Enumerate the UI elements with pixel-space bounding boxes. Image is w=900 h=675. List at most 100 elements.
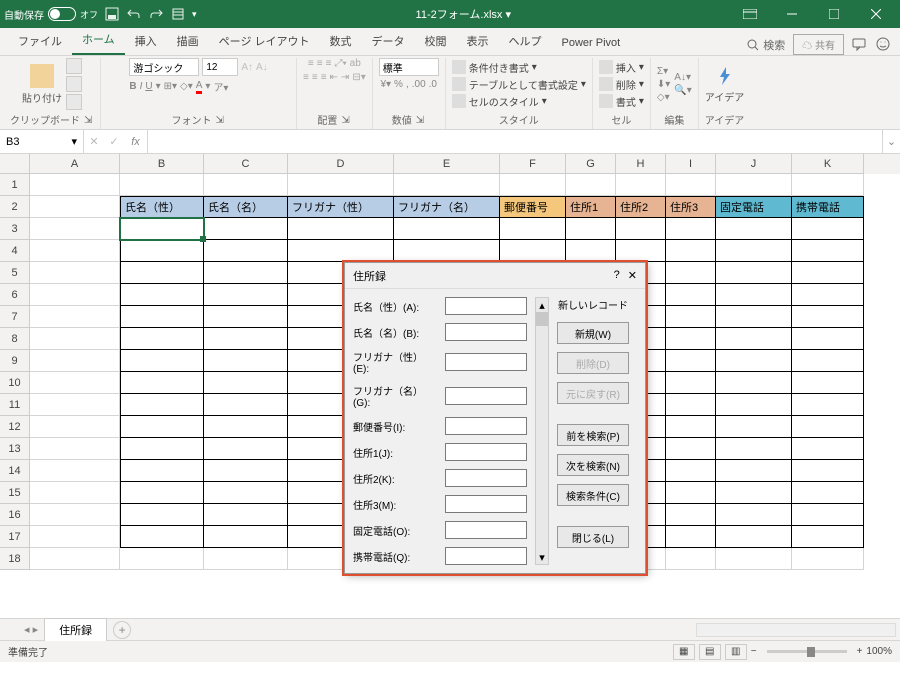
dialog-close-button[interactable]: ✕ <box>628 269 637 282</box>
cell[interactable]: 携帯電話 <box>792 196 864 218</box>
cell[interactable] <box>716 460 792 482</box>
number-format-select[interactable] <box>379 58 439 76</box>
cell[interactable] <box>616 240 666 262</box>
cell[interactable] <box>666 526 716 548</box>
cell[interactable] <box>666 504 716 526</box>
orientation-icon[interactable]: ⤢▾ <box>334 58 346 69</box>
form-field-input[interactable] <box>445 495 527 513</box>
cell[interactable] <box>716 174 792 196</box>
cell[interactable] <box>792 306 864 328</box>
cell[interactable] <box>30 174 120 196</box>
cell[interactable]: 氏名（性） <box>120 196 204 218</box>
cell[interactable] <box>792 504 864 526</box>
cell[interactable] <box>792 218 864 240</box>
increase-font-icon[interactable]: A↑ <box>241 62 253 73</box>
font-color-button[interactable]: A <box>196 80 203 94</box>
normal-view-icon[interactable]: ▦ <box>673 644 695 660</box>
cell[interactable] <box>666 416 716 438</box>
paste-button[interactable]: 貼り付け <box>22 64 62 105</box>
format-cells-button[interactable]: 書式 ▾ <box>599 94 644 109</box>
cell[interactable] <box>500 174 566 196</box>
cell[interactable]: 郵便番号 <box>500 196 566 218</box>
zoom-out-button[interactable]: − <box>751 646 757 657</box>
insert-cells-button[interactable]: 挿入 ▾ <box>599 60 644 75</box>
cell[interactable] <box>394 218 500 240</box>
cell[interactable] <box>120 218 204 240</box>
col-header[interactable]: I <box>666 154 716 174</box>
cell[interactable] <box>120 262 204 284</box>
cell[interactable] <box>204 262 288 284</box>
cell[interactable] <box>120 394 204 416</box>
cell[interactable] <box>120 240 204 262</box>
undo-icon[interactable] <box>126 6 142 22</box>
row-header[interactable]: 4 <box>0 240 30 262</box>
cell[interactable] <box>666 328 716 350</box>
decrease-decimal-icon[interactable]: .0 <box>429 79 437 90</box>
font-size-input[interactable] <box>202 58 238 76</box>
cell[interactable] <box>716 416 792 438</box>
ideas-button[interactable]: アイデア <box>705 65 745 104</box>
cell[interactable] <box>288 218 394 240</box>
cell[interactable] <box>204 482 288 504</box>
phonetic-button[interactable]: ア▾ <box>213 79 228 94</box>
col-header[interactable]: C <box>204 154 288 174</box>
row-header[interactable]: 3 <box>0 218 30 240</box>
cell[interactable] <box>120 438 204 460</box>
cell[interactable] <box>716 262 792 284</box>
cell[interactable] <box>120 306 204 328</box>
align-right-icon[interactable]: ≡ <box>321 72 327 83</box>
font-dialog-launcher[interactable]: ⇲ <box>216 115 226 125</box>
cell[interactable] <box>666 438 716 460</box>
cell[interactable] <box>792 526 864 548</box>
cell[interactable] <box>792 372 864 394</box>
cell[interactable] <box>566 174 616 196</box>
row-header[interactable]: 8 <box>0 328 30 350</box>
horizontal-scrollbar[interactable] <box>696 623 896 637</box>
cell[interactable] <box>120 460 204 482</box>
cell[interactable] <box>30 460 120 482</box>
cell[interactable] <box>204 548 288 570</box>
indent-increase-icon[interactable]: ⇥ <box>341 72 349 83</box>
form-field-input[interactable] <box>445 521 527 539</box>
cell[interactable] <box>30 548 120 570</box>
delete-button[interactable]: 削除(D) <box>557 352 629 374</box>
cell[interactable] <box>204 526 288 548</box>
enter-icon[interactable]: ✓ <box>104 130 124 153</box>
row-header[interactable]: 18 <box>0 548 30 570</box>
sheet-nav[interactable]: ◂ ▸ <box>24 623 38 636</box>
cell[interactable] <box>30 218 120 240</box>
cell[interactable] <box>666 460 716 482</box>
cell[interactable] <box>30 504 120 526</box>
tab-data[interactable]: データ <box>362 27 415 55</box>
cell[interactable] <box>120 416 204 438</box>
alignment-dialog-launcher[interactable]: ⇲ <box>341 115 351 125</box>
cell[interactable] <box>666 548 716 570</box>
cell[interactable] <box>792 394 864 416</box>
cell[interactable] <box>30 306 120 328</box>
cell[interactable] <box>500 218 566 240</box>
tab-draw[interactable]: 描画 <box>167 27 209 55</box>
redo-icon[interactable] <box>148 6 164 22</box>
cell[interactable]: 氏名（名） <box>204 196 288 218</box>
align-left-icon[interactable]: ≡ <box>303 72 309 83</box>
share-button[interactable]: ☁ 共有 <box>793 34 844 55</box>
col-header[interactable]: E <box>394 154 500 174</box>
name-box-dropdown-icon[interactable]: ▾ <box>71 135 77 148</box>
number-dialog-launcher[interactable]: ⇲ <box>416 115 426 125</box>
maximize-icon[interactable] <box>814 0 854 28</box>
cell[interactable] <box>716 240 792 262</box>
cell[interactable]: フリガナ（名） <box>394 196 500 218</box>
indent-decrease-icon[interactable]: ⇤ <box>330 72 338 83</box>
form-field-input[interactable] <box>445 387 527 405</box>
cell[interactable] <box>204 504 288 526</box>
cell[interactable] <box>716 394 792 416</box>
format-as-table-button[interactable]: テーブルとして書式設定▾ <box>452 77 586 92</box>
tab-page-layout[interactable]: ページ レイアウト <box>209 27 320 55</box>
cell[interactable] <box>792 416 864 438</box>
zoom-in-button[interactable]: + <box>857 646 863 657</box>
clear-icon[interactable]: ◇▾ <box>657 92 670 103</box>
cell[interactable] <box>204 218 288 240</box>
cell[interactable] <box>500 240 566 262</box>
cell[interactable] <box>204 306 288 328</box>
row-header[interactable]: 12 <box>0 416 30 438</box>
